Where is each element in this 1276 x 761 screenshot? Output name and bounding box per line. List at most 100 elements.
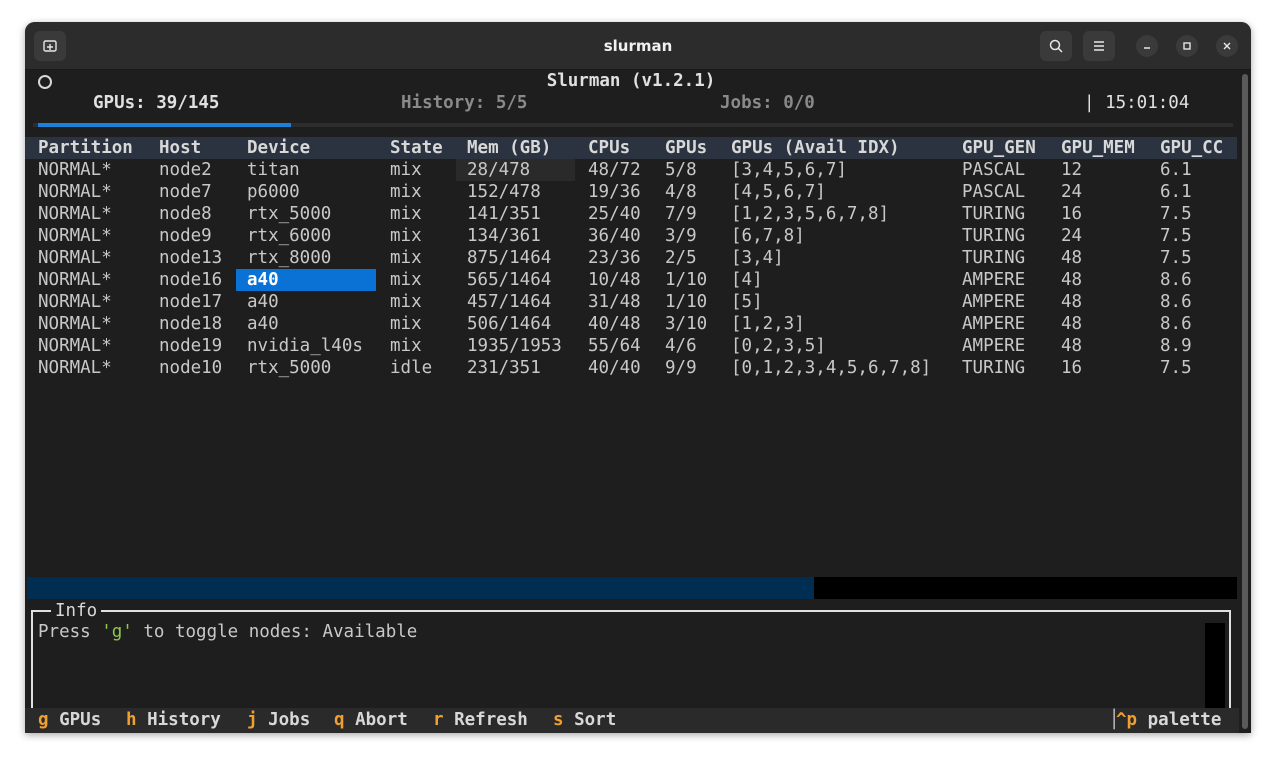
cell-gpu-cc[interactable]: 8.9 xyxy=(1160,335,1192,357)
table-row[interactable]: NORMAL* node17 a40 mix 457/1464 31/48 1/10 [5] A… xyxy=(25,291,1237,313)
maximize-icon[interactable] xyxy=(1176,35,1198,57)
table-row[interactable]: NORMAL* node16 a40 mix 565/1464 10/48 1/10 [4] A… xyxy=(25,269,1237,291)
cell-host[interactable]: node7 xyxy=(159,181,212,203)
cell-host[interactable]: node9 xyxy=(159,225,212,247)
table-row[interactable]: NORMAL* node7 p6000 mix 152/478 19/36 4/8 [4,5,… xyxy=(25,181,1237,203)
cell-gpus[interactable]: 3/9 xyxy=(665,225,697,247)
cell-gpus-avail-idx[interactable]: [1,2,3] xyxy=(731,313,805,335)
cell-gpu-gen[interactable]: PASCAL xyxy=(962,159,1025,181)
cell-partition[interactable]: NORMAL* xyxy=(38,335,112,357)
column-header-cpus[interactable]: CPUs xyxy=(588,137,630,159)
cell-cpus[interactable]: 36/40 xyxy=(588,225,641,247)
column-header-gpu-mem[interactable]: GPU_MEM xyxy=(1061,137,1135,159)
column-header-mem[interactable]: Mem (GB) xyxy=(467,137,551,159)
cell-host[interactable]: node19 xyxy=(159,335,222,357)
footer-jobs-button[interactable]: j Jobs xyxy=(247,708,310,733)
cell-gpu-mem[interactable]: 24 xyxy=(1061,225,1082,247)
tab-history[interactable]: History: 5/5 xyxy=(401,92,527,114)
cell-gpu-cc[interactable]: 7.5 xyxy=(1160,203,1192,225)
cell-gpu-mem[interactable]: 24 xyxy=(1061,181,1082,203)
cell-state[interactable]: mix xyxy=(390,225,422,247)
cell-gpu-mem[interactable]: 48 xyxy=(1061,269,1082,291)
column-header-partition[interactable]: Partition xyxy=(38,137,133,159)
footer-refresh-button[interactable]: r Refresh xyxy=(433,708,528,733)
cell-device[interactable]: nvidia_l40s xyxy=(247,335,363,357)
cell-mem[interactable]: 565/1464 xyxy=(467,269,551,291)
cell-state[interactable]: mix xyxy=(390,313,422,335)
cell-host[interactable]: node2 xyxy=(159,159,212,181)
cell-cpus[interactable]: 10/48 xyxy=(588,269,641,291)
cell-gpu-gen[interactable]: AMPERE xyxy=(962,291,1025,313)
minimize-icon[interactable] xyxy=(1136,35,1158,57)
cell-state[interactable]: mix xyxy=(390,159,422,181)
column-header-gpu-cc[interactable]: GPU_CC xyxy=(1160,137,1223,159)
cell-gpu-gen[interactable]: AMPERE xyxy=(962,269,1025,291)
cell-mem[interactable]: 231/351 xyxy=(467,357,541,379)
column-header-device[interactable]: Device xyxy=(247,137,310,159)
cell-state[interactable]: mix xyxy=(390,291,422,313)
cell-gpu-cc[interactable]: 6.1 xyxy=(1160,159,1192,181)
table-row[interactable]: NORMAL* node10 rtx_5000 idle 231/351 40/40 9/9… xyxy=(25,357,1237,379)
cell-gpu-gen[interactable]: TURING xyxy=(962,203,1025,225)
cell-state[interactable]: idle xyxy=(390,357,432,379)
cell-device[interactable]: a40 xyxy=(236,269,376,291)
horizontal-scrollbar[interactable] xyxy=(27,577,1237,599)
cell-gpus-avail-idx[interactable]: [4,5,6,7] xyxy=(731,181,826,203)
cell-gpu-mem[interactable]: 48 xyxy=(1061,313,1082,335)
cell-cpus[interactable]: 40/40 xyxy=(588,357,641,379)
table-row[interactable]: NORMAL* node18 a40 mix 506/1464 40/48 3/10 [1,2… xyxy=(25,313,1237,335)
table-row[interactable]: NORMAL* node9 rtx_6000 mix 134/361 36/40 3/9 [6… xyxy=(25,225,1237,247)
cell-mem[interactable]: 506/1464 xyxy=(467,313,551,335)
cell-gpus-avail-idx[interactable]: [3,4] xyxy=(731,247,784,269)
cell-gpu-mem[interactable]: 48 xyxy=(1061,291,1082,313)
table-row[interactable]: NORMAL* node2 titan mix 28/478 48/72 5/8 [3,4,5… xyxy=(25,159,1237,181)
cell-gpu-mem[interactable]: 12 xyxy=(1061,159,1082,181)
info-scrollbar[interactable] xyxy=(1205,623,1225,709)
cell-gpus-avail-idx[interactable]: [3,4,5,6,7] xyxy=(731,159,847,181)
cell-mem[interactable]: 141/351 xyxy=(467,203,541,225)
column-header-gpus[interactable]: GPUs xyxy=(665,137,707,159)
cell-cpus[interactable]: 48/72 xyxy=(588,159,641,181)
cell-host[interactable]: node18 xyxy=(159,313,222,335)
cell-device[interactable]: a40 xyxy=(247,291,279,313)
column-header-gpus-avail-idx[interactable]: GPUs (Avail IDX) xyxy=(731,137,900,159)
vertical-scrollbar-thumb[interactable] xyxy=(1242,74,1248,729)
tab-gpus[interactable]: GPUs: 39/145 xyxy=(93,92,219,114)
cell-gpu-cc[interactable]: 7.5 xyxy=(1160,357,1192,379)
cell-partition[interactable]: NORMAL* xyxy=(38,159,112,181)
cell-cpus[interactable]: 55/64 xyxy=(588,335,641,357)
cell-state[interactable]: mix xyxy=(390,247,422,269)
tab-jobs[interactable]: Jobs: 0/0 xyxy=(720,92,815,114)
cell-gpus[interactable]: 5/8 xyxy=(665,159,697,181)
footer-history-button[interactable]: h History xyxy=(126,708,221,733)
cell-host[interactable]: node10 xyxy=(159,357,222,379)
column-header-state[interactable]: State xyxy=(390,137,443,159)
cell-mem[interactable]: 134/361 xyxy=(467,225,541,247)
cell-gpus[interactable]: 4/8 xyxy=(665,181,697,203)
hamburger-menu-icon[interactable] xyxy=(1083,31,1115,61)
cell-gpus-avail-idx[interactable]: [0,2,3,5] xyxy=(731,335,826,357)
cell-mem[interactable]: 28/478 xyxy=(456,159,575,181)
cell-cpus[interactable]: 40/48 xyxy=(588,313,641,335)
cell-mem[interactable]: 152/478 xyxy=(467,181,541,203)
column-header-host[interactable]: Host xyxy=(159,137,201,159)
cell-host[interactable]: node13 xyxy=(159,247,222,269)
close-icon[interactable] xyxy=(1216,35,1238,57)
cell-gpu-cc[interactable]: 8.6 xyxy=(1160,291,1192,313)
cell-device[interactable]: a40 xyxy=(247,313,279,335)
cell-gpu-mem[interactable]: 16 xyxy=(1061,357,1082,379)
cell-gpu-mem[interactable]: 48 xyxy=(1061,335,1082,357)
cell-state[interactable]: mix xyxy=(390,203,422,225)
cell-gpu-gen[interactable]: TURING xyxy=(962,225,1025,247)
cell-partition[interactable]: NORMAL* xyxy=(38,357,112,379)
cell-state[interactable]: mix xyxy=(390,269,422,291)
cell-partition[interactable]: NORMAL* xyxy=(38,291,112,313)
cell-partition[interactable]: NORMAL* xyxy=(38,313,112,335)
search-icon[interactable] xyxy=(1040,31,1072,61)
cell-gpu-gen[interactable]: AMPERE xyxy=(962,335,1025,357)
cell-gpu-cc[interactable]: 6.1 xyxy=(1160,181,1192,203)
cell-gpu-gen[interactable]: PASCAL xyxy=(962,181,1025,203)
table-row[interactable]: NORMAL* node13 rtx_8000 mix 875/1464 23/36 2/5… xyxy=(25,247,1237,269)
cell-cpus[interactable]: 31/48 xyxy=(588,291,641,313)
cell-mem[interactable]: 1935/1953 xyxy=(467,335,562,357)
